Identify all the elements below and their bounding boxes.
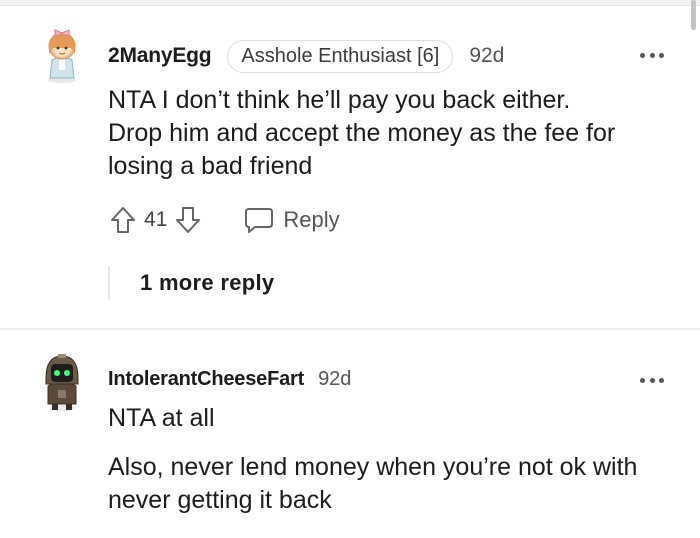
comment-actions: 41 Reply	[108, 202, 340, 238]
comment-age: 92d	[469, 44, 505, 67]
user-avatar[interactable]	[38, 350, 86, 411]
user-avatar[interactable]	[38, 24, 86, 84]
comment-text-line: losing a bad friend	[108, 152, 313, 180]
more-options-icon[interactable]	[640, 375, 664, 385]
girl-avatar-icon	[48, 29, 76, 83]
more-options-icon[interactable]	[640, 50, 664, 60]
username-link[interactable]: 2ManyEgg	[108, 44, 212, 68]
scrollbar-thumb[interactable]	[691, 0, 696, 30]
comment-text-line: NTA I don’t think he’ll pay you back eit…	[108, 86, 571, 114]
reply-label: Reply	[283, 207, 340, 232]
username-link[interactable]: IntolerantCheeseFart	[108, 368, 304, 391]
speech-bubble-icon	[245, 208, 274, 233]
vote-score: 41	[144, 208, 168, 231]
top-edge	[0, 0, 700, 6]
reply-button[interactable]: Reply	[243, 206, 340, 234]
comment-header: 2ManyEgg Asshole Enthusiast [6] 92d	[108, 39, 504, 73]
more-replies-link[interactable]: 1 more reply	[140, 270, 274, 296]
comment-body: NTA I don’t think he’ll pay you back eit…	[108, 84, 678, 183]
downvote-icon[interactable]	[173, 204, 203, 236]
comment-header: IntolerantCheeseFart 92d	[108, 364, 351, 394]
user-flair-badge: Asshole Enthusiast [6]	[227, 39, 454, 73]
comment-age: 92d	[318, 367, 352, 390]
comment-body: NTA at all Also, never lend money when y…	[108, 402, 678, 517]
comment-text-line: NTA at all	[108, 404, 215, 432]
comment-text-line: Also, never lend money when you’re not o…	[108, 453, 638, 514]
thread-line[interactable]	[108, 266, 110, 300]
comment-text-line: Drop him and accept the money as the fee…	[108, 119, 616, 147]
robot-avatar-icon	[45, 354, 79, 411]
upvote-icon[interactable]	[108, 204, 138, 236]
comment-divider	[0, 328, 700, 330]
